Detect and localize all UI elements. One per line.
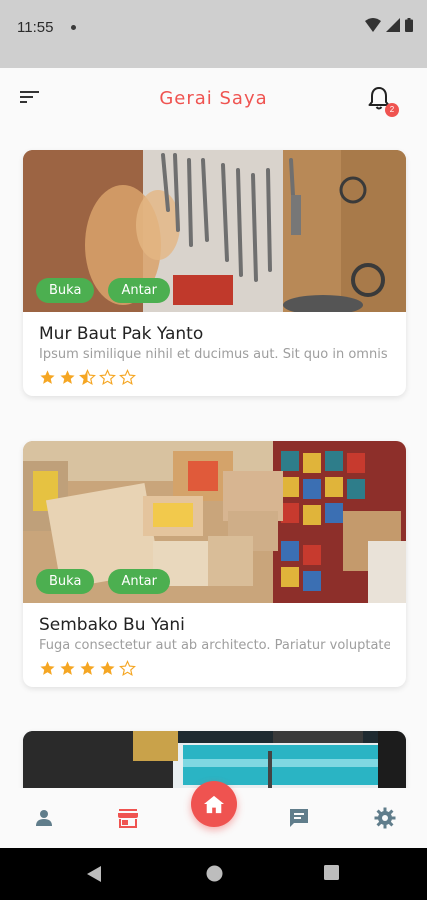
nav-chat[interactable] — [287, 806, 311, 830]
tag-delivery: Antar — [108, 278, 170, 303]
store-tags: Buka Antar — [36, 569, 170, 594]
signal-icon — [386, 18, 400, 32]
store-photo-hardware: Buka Antar — [23, 150, 406, 312]
chat-icon — [290, 809, 308, 827]
home-circle-icon[interactable] — [206, 865, 223, 882]
status-time: 11:55 — [17, 19, 54, 36]
store-list[interactable]: Buka Antar Mur Baut Pak Yanto Ipsum simi… — [0, 130, 427, 788]
page-title: Gerai Saya — [159, 88, 268, 109]
status-bar: 11:55 — [0, 0, 427, 68]
store-card[interactable]: Buka Antar Sembako Bu Yani Fuga consecte… — [23, 441, 406, 687]
status-icons — [365, 18, 413, 32]
nav-settings[interactable] — [373, 806, 397, 830]
store-icon — [118, 809, 138, 828]
star-full-icon — [40, 661, 55, 675]
star-empty-icon — [119, 369, 136, 386]
store-name: Mur Baut Pak Yanto — [39, 324, 204, 344]
star-full-icon — [80, 661, 95, 675]
wifi-icon — [365, 18, 381, 32]
home-button[interactable] — [191, 781, 237, 827]
settings-icon — [374, 807, 396, 829]
nav-store[interactable] — [116, 806, 140, 830]
store-description: Fuga consectetur aut ab architecto. Pari… — [39, 638, 390, 653]
store-card[interactable]: Buka Antar Mur Baut Pak Yanto Ipsum simi… — [23, 150, 406, 396]
store-description: Ipsum similique nihil et ducimus aut. Si… — [39, 347, 390, 362]
battery-icon — [405, 18, 413, 32]
recents-icon[interactable] — [324, 865, 339, 880]
star-full-icon — [100, 661, 115, 675]
store-photo-grocery: Buka Antar — [23, 441, 406, 603]
profile-icon — [36, 810, 52, 826]
star-half-icon — [79, 369, 96, 386]
bottom-nav — [0, 781, 427, 848]
store-name: Sembako Bu Yani — [39, 615, 185, 635]
tag-open: Buka — [36, 569, 95, 594]
store-rating — [39, 660, 390, 677]
star-empty-icon — [99, 369, 116, 386]
notification-button[interactable]: 2 — [367, 86, 399, 117]
star-empty-icon — [119, 660, 136, 677]
notification-badge: 2 — [385, 103, 399, 117]
tag-open: Buka — [36, 278, 95, 303]
system-navigation-bar — [0, 848, 427, 900]
home-icon — [204, 795, 224, 814]
store-rating — [39, 369, 390, 386]
tag-delivery: Antar — [108, 569, 170, 594]
star-full-icon — [40, 370, 55, 384]
star-full-icon — [60, 661, 75, 675]
nav-profile[interactable] — [32, 806, 56, 830]
store-card[interactable] — [23, 731, 406, 788]
star-full-icon — [60, 370, 75, 384]
app-bar: Gerai Saya 2 — [0, 68, 427, 130]
back-icon[interactable] — [86, 865, 102, 883]
store-tags: Buka Antar — [36, 278, 170, 303]
notification-dot-icon — [71, 25, 76, 30]
store-photo-interior — [23, 731, 406, 788]
